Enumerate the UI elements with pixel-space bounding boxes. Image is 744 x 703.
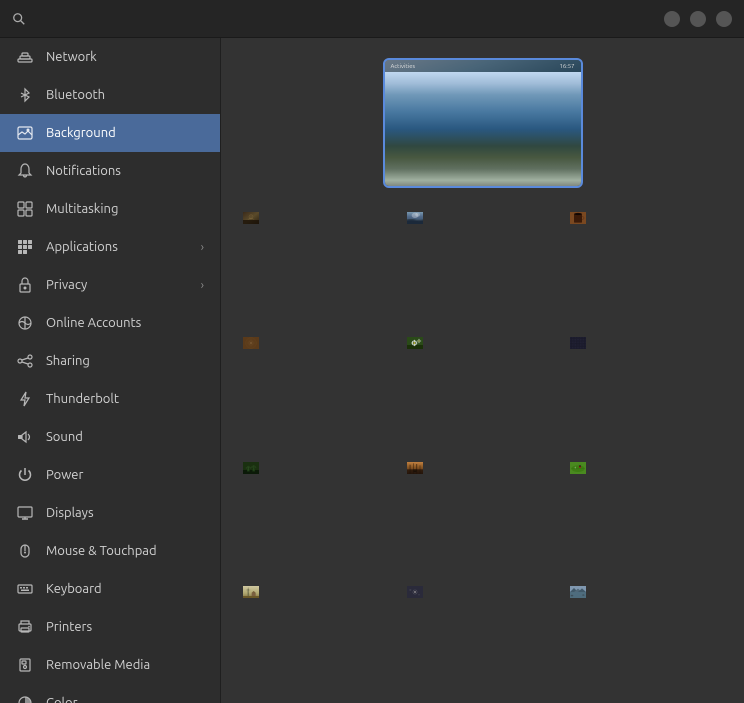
sidebar-item-mouse-touchpad[interactable]: Mouse & Touchpad [0, 532, 220, 570]
wallpaper-image-4 [243, 335, 395, 448]
wallpaper-image-1 [243, 210, 395, 323]
sidebar-item-arrow-applications: › [201, 241, 204, 254]
wallpaper-image-11 [407, 584, 559, 697]
sharing-icon [16, 352, 34, 370]
applications-icon [16, 238, 34, 256]
sidebar-item-label-thunderbolt: Thunderbolt [46, 392, 204, 406]
wallpaper-image-10 [243, 584, 395, 697]
wallpaper-image-6 [570, 335, 722, 448]
removable-media-icon [16, 656, 34, 674]
power-icon [16, 466, 34, 484]
sidebar-item-label-applications: Applications [46, 240, 189, 254]
sidebar-item-bluetooth[interactable]: Bluetooth [0, 76, 220, 114]
sidebar-item-network[interactable]: Network [0, 38, 220, 76]
wallpaper-thumb-2[interactable] [405, 208, 561, 325]
sound-icon [16, 428, 34, 446]
sidebar-item-label-color: Color [46, 696, 204, 703]
wallpaper-image-7 [243, 460, 395, 573]
sidebar-item-arrow-privacy: › [201, 279, 204, 292]
online-accounts-icon [16, 314, 34, 332]
sidebar-item-label-keyboard: Keyboard [46, 582, 204, 596]
sidebar-item-thunderbolt[interactable]: Thunderbolt [0, 380, 220, 418]
sidebar-item-sound[interactable]: Sound [0, 418, 220, 456]
sidebar-item-background[interactable]: Background [0, 114, 220, 152]
sidebar: Network Bluetooth Background Notifications M… [0, 38, 221, 703]
mock-screen-content [385, 72, 581, 186]
wallpaper-thumb-11[interactable] [405, 582, 561, 699]
sidebar-item-label-online-accounts: Online Accounts [46, 316, 204, 330]
sidebar-item-privacy[interactable]: Privacy › [0, 266, 220, 304]
sidebar-item-printers[interactable]: Printers [0, 608, 220, 646]
sidebar-item-applications[interactable]: Applications › [0, 228, 220, 266]
sidebar-item-label-printers: Printers [46, 620, 204, 634]
wallpaper-thumb-10[interactable] [241, 582, 397, 699]
wallpaper-grid [241, 208, 724, 703]
sidebar-item-online-accounts[interactable]: Online Accounts [0, 304, 220, 342]
sidebar-item-label-removable-media: Removable Media [46, 658, 204, 672]
bluetooth-icon [16, 86, 34, 104]
sidebar-item-power[interactable]: Power [0, 456, 220, 494]
wallpaper-thumb-5[interactable] [405, 333, 561, 450]
sidebar-item-label-network: Network [46, 50, 204, 64]
sidebar-item-multitasking[interactable]: Multitasking [0, 190, 220, 228]
privacy-icon [16, 276, 34, 294]
background-icon [16, 124, 34, 142]
mouse-icon [16, 542, 34, 560]
wallpaper-image-2 [407, 210, 559, 323]
sidebar-item-color[interactable]: Color [0, 684, 220, 703]
main-layout: Network Bluetooth Background Notifications M… [0, 38, 744, 703]
search-area [12, 12, 32, 26]
wallpaper-thumb-4[interactable] [241, 333, 397, 450]
network-icon [16, 48, 34, 66]
notifications-icon [16, 162, 34, 180]
wallpaper-thumb-6[interactable] [568, 333, 724, 450]
printers-icon [16, 618, 34, 636]
sidebar-item-label-displays: Displays [46, 506, 204, 520]
sidebar-item-label-privacy: Privacy [46, 278, 189, 292]
displays-icon [16, 504, 34, 522]
wallpaper-image-5 [407, 335, 559, 448]
wallpaper-thumb-8[interactable] [405, 458, 561, 575]
color-icon [16, 694, 34, 703]
sidebar-item-notifications[interactable]: Notifications [0, 152, 220, 190]
sidebar-item-keyboard[interactable]: Keyboard [0, 570, 220, 608]
wallpaper-image-8 [407, 460, 559, 573]
sidebar-item-sharing[interactable]: Sharing [0, 342, 220, 380]
sidebar-item-label-notifications: Notifications [46, 164, 204, 178]
sidebar-item-label-sound: Sound [46, 430, 204, 444]
sidebar-item-label-mouse-touchpad: Mouse & Touchpad [46, 544, 204, 558]
sidebar-item-label-power: Power [46, 468, 204, 482]
maximize-button[interactable] [690, 11, 706, 27]
keyboard-icon [16, 580, 34, 598]
window-controls [654, 11, 732, 27]
sidebar-item-removable-media[interactable]: Removable Media [0, 646, 220, 684]
content-area: Activities 16:57 [221, 38, 744, 703]
sidebar-item-label-sharing: Sharing [46, 354, 204, 368]
thunderbolt-icon [16, 390, 34, 408]
close-button[interactable] [716, 11, 732, 27]
sidebar-item-displays[interactable]: Displays [0, 494, 220, 532]
wallpaper-image-9 [570, 460, 722, 573]
search-icon [12, 12, 26, 26]
wallpaper-image-3 [570, 210, 722, 323]
wallpaper-thumb-7[interactable] [241, 458, 397, 575]
wallpaper-thumb-3[interactable] [568, 208, 724, 325]
wallpaper-thumb-9[interactable] [568, 458, 724, 575]
wallpaper-thumb-1[interactable] [241, 208, 397, 325]
featured-wallpaper[interactable]: Activities 16:57 [383, 58, 583, 188]
sidebar-item-label-multitasking: Multitasking [46, 202, 204, 216]
multitasking-icon [16, 200, 34, 218]
mock-taskbar: Activities [391, 63, 416, 70]
wallpaper-image-12 [570, 584, 722, 697]
sidebar-item-label-bluetooth: Bluetooth [46, 88, 204, 102]
sidebar-item-label-background: Background [46, 126, 204, 140]
titlebar [0, 0, 744, 38]
minimize-button[interactable] [664, 11, 680, 27]
wallpaper-thumb-12[interactable] [568, 582, 724, 699]
